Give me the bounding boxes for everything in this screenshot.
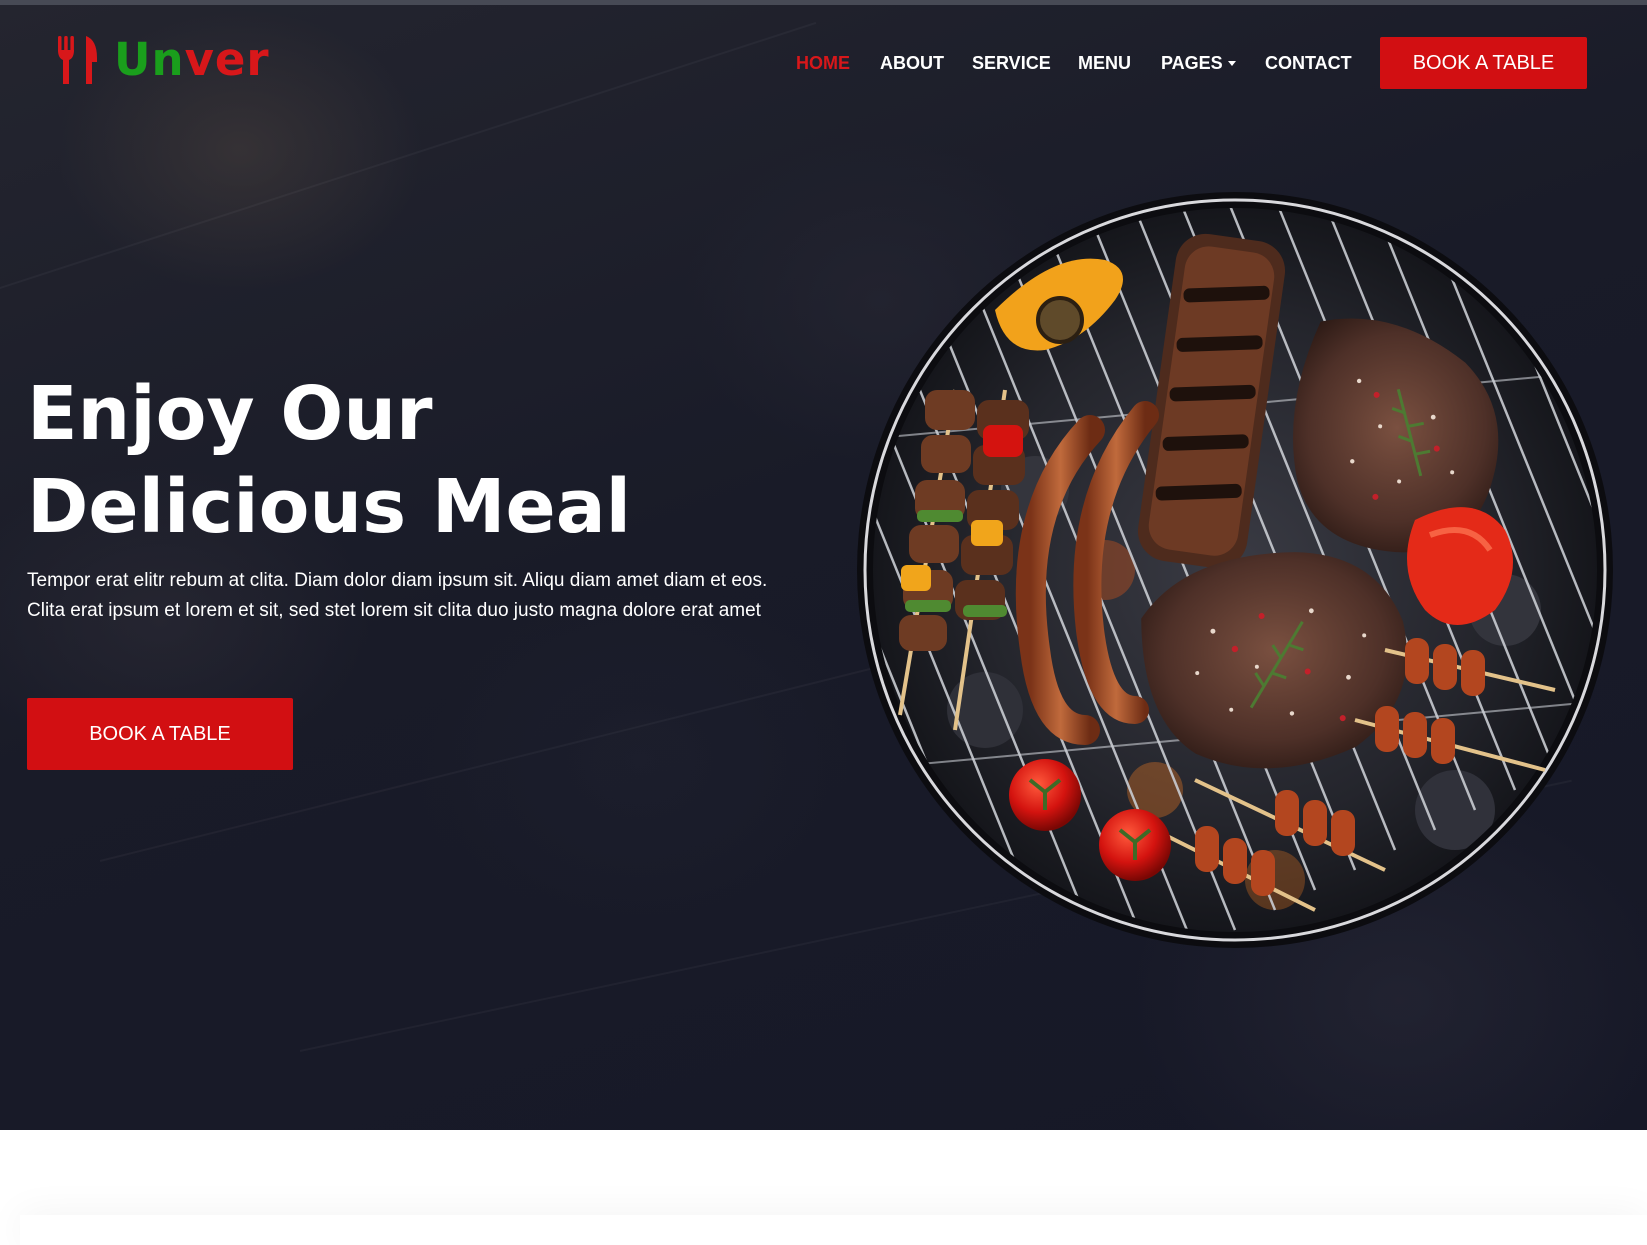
brand-name-part2: ver bbox=[184, 33, 270, 86]
hero-title-line1: Enjoy Our bbox=[27, 371, 433, 457]
utensils-icon bbox=[58, 36, 97, 84]
nav-service[interactable]: SERVICE bbox=[972, 48, 1051, 78]
nav-pages-label: PAGES bbox=[1161, 53, 1223, 73]
nav-menu[interactable]: MENU bbox=[1078, 48, 1131, 78]
nav-pages[interactable]: PAGES bbox=[1161, 48, 1236, 78]
brand-logo[interactable]: Unver bbox=[56, 34, 270, 86]
top-strip bbox=[0, 0, 1647, 5]
nav-home[interactable]: HOME bbox=[796, 48, 850, 78]
hero-description: Tempor erat elitr rebum at clita. Diam d… bbox=[27, 570, 768, 621]
brand-name: Unver bbox=[114, 34, 270, 86]
hero-title-line2: Delicious Meal bbox=[27, 464, 632, 550]
barbecue-grill-image bbox=[857, 192, 1613, 948]
hero-section: Unver HOME ABOUT SERVICE MENU PAGES CONT… bbox=[0, 0, 1647, 1130]
nav-contact[interactable]: CONTACT bbox=[1265, 48, 1352, 78]
chevron-down-icon bbox=[1227, 61, 1236, 66]
hero-title: Enjoy Our Delicious Meal bbox=[27, 368, 807, 554]
book-table-button-hero[interactable]: BOOK A TABLE bbox=[27, 698, 293, 770]
brand-name-part1: Un bbox=[114, 33, 185, 86]
nav-about[interactable]: ABOUT bbox=[880, 48, 944, 78]
book-table-button-nav[interactable]: BOOK A TABLE bbox=[1380, 37, 1587, 89]
